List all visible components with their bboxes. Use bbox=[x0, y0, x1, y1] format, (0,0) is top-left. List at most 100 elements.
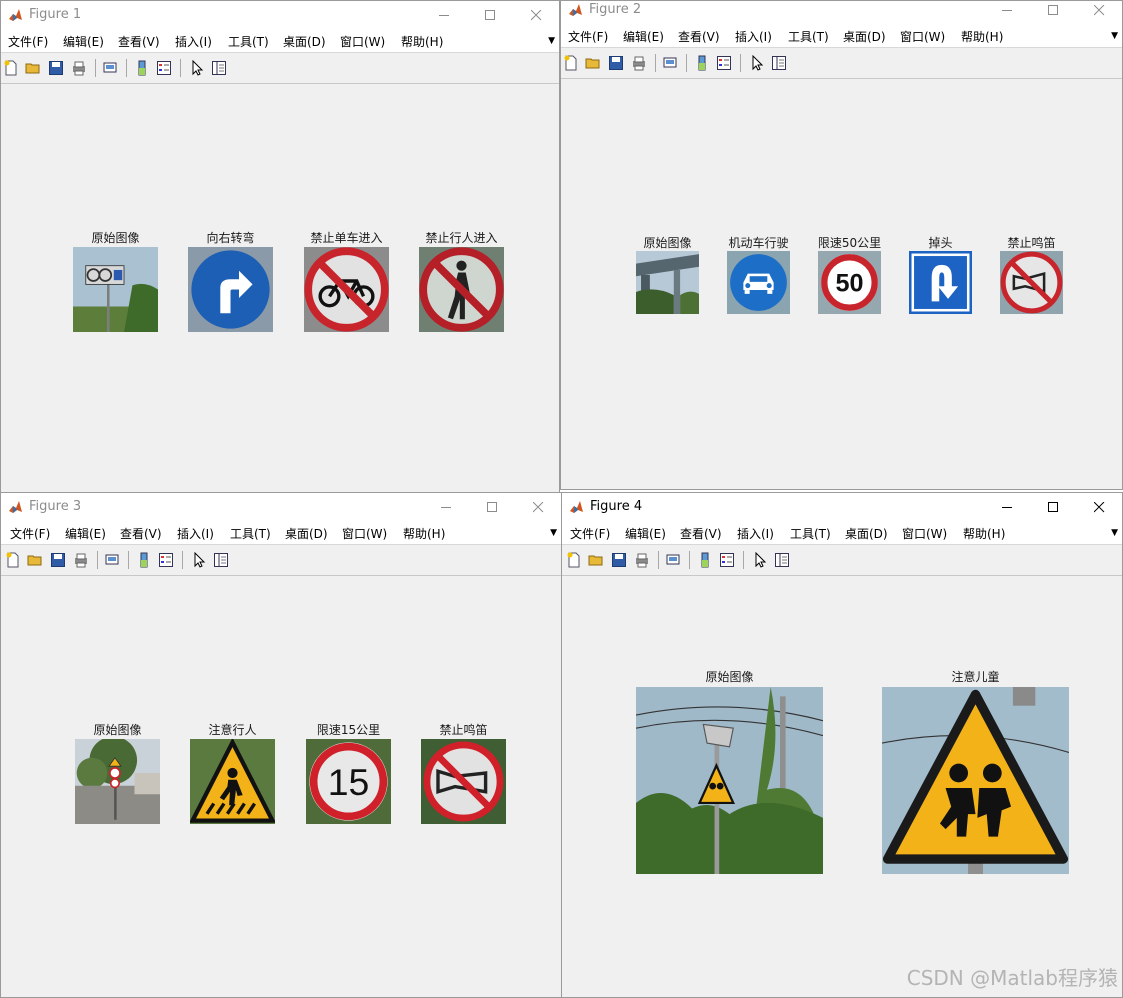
colorbar-icon[interactable] bbox=[134, 60, 150, 76]
title-bar[interactable]: Figure 1 bbox=[1, 1, 559, 29]
menu-help[interactable]: 帮助(H) bbox=[401, 33, 443, 50]
figure-canvas[interactable]: 原始图像 向右转弯 禁止单车进入 禁止行人进入 bbox=[1, 84, 559, 492]
save-icon[interactable] bbox=[48, 60, 64, 76]
menu-edit[interactable]: 编辑(E) bbox=[65, 525, 106, 542]
maximize-icon[interactable] bbox=[467, 1, 513, 29]
figure-canvas[interactable]: 原始图像 注意儿童 bbox=[562, 576, 1122, 997]
subplot-no-horn[interactable]: 禁止鸣笛 bbox=[421, 723, 506, 824]
save-icon[interactable] bbox=[611, 552, 627, 568]
new-figure-icon[interactable] bbox=[566, 552, 582, 568]
colorbar-icon[interactable] bbox=[697, 552, 713, 568]
maximize-icon[interactable] bbox=[1030, 493, 1076, 521]
colorbar-icon[interactable] bbox=[694, 55, 710, 71]
pointer-icon[interactable] bbox=[752, 551, 768, 568]
figure-window-4[interactable]: Figure 4 文件(F) 编辑(E) 查看(V) 插入(I) 工具(T) 桌… bbox=[561, 492, 1123, 998]
subplot-original-image[interactable]: 原始图像 bbox=[636, 670, 823, 874]
close-icon[interactable] bbox=[1076, 493, 1122, 521]
menu-insert[interactable]: 插入(I) bbox=[737, 525, 774, 542]
subplot-motor-vehicle[interactable]: 机动车行驶 bbox=[727, 236, 790, 314]
close-icon[interactable] bbox=[515, 493, 561, 521]
new-figure-icon[interactable] bbox=[3, 60, 19, 76]
menu-desktop[interactable]: 桌面(D) bbox=[285, 525, 328, 542]
print-icon[interactable] bbox=[631, 55, 647, 71]
figure-window-3[interactable]: Figure 3 文件(F) 编辑(E) 查看(V) 插入(I) 工具(T) 桌… bbox=[0, 492, 562, 998]
subplot-original-image[interactable]: 原始图像 bbox=[73, 231, 158, 332]
subplot-no-bicycle[interactable]: 禁止单车进入 bbox=[304, 231, 389, 332]
menu-edit[interactable]: 编辑(E) bbox=[623, 28, 664, 45]
legend-icon[interactable] bbox=[716, 55, 732, 71]
menu-file[interactable]: 文件(F) bbox=[568, 28, 608, 45]
figure-canvas[interactable]: 原始图像 机动车行驶 限速50公里 50 掉头 禁止鸣笛 bbox=[561, 79, 1122, 489]
menu-tools[interactable]: 工具(T) bbox=[228, 33, 269, 50]
maximize-icon[interactable] bbox=[1030, 1, 1076, 24]
property-editor-icon[interactable] bbox=[771, 55, 787, 71]
legend-icon[interactable] bbox=[156, 60, 172, 76]
menu-window[interactable]: 窗口(W) bbox=[342, 525, 387, 542]
minimize-icon[interactable] bbox=[423, 493, 469, 521]
save-icon[interactable] bbox=[50, 552, 66, 568]
menu-help[interactable]: 帮助(H) bbox=[963, 525, 1005, 542]
menu-window[interactable]: 窗口(W) bbox=[902, 525, 947, 542]
menu-desktop[interactable]: 桌面(D) bbox=[845, 525, 888, 542]
new-figure-icon[interactable] bbox=[5, 552, 21, 568]
subplot-watch-children[interactable]: 注意儿童 bbox=[882, 670, 1069, 874]
title-bar[interactable]: Figure 3 bbox=[1, 493, 561, 521]
menu-window[interactable]: 窗口(W) bbox=[340, 33, 385, 50]
menu-tools[interactable]: 工具(T) bbox=[788, 28, 829, 45]
close-icon[interactable] bbox=[513, 1, 559, 29]
print-preview-icon[interactable] bbox=[662, 55, 678, 71]
figure-canvas[interactable]: 原始图像 注意行人 限速15公里 15 禁止鸣笛 bbox=[1, 576, 561, 997]
subplot-speed-limit-50[interactable]: 限速50公里 50 bbox=[818, 236, 881, 314]
print-preview-icon[interactable] bbox=[104, 552, 120, 568]
menu-insert[interactable]: 插入(I) bbox=[735, 28, 772, 45]
pointer-icon[interactable] bbox=[191, 551, 207, 568]
menu-file[interactable]: 文件(F) bbox=[570, 525, 610, 542]
property-editor-icon[interactable] bbox=[213, 552, 229, 568]
minimize-icon[interactable] bbox=[984, 1, 1030, 24]
subplot-original-image[interactable]: 原始图像 bbox=[75, 723, 160, 824]
title-bar[interactable]: Figure 2 bbox=[561, 1, 1122, 24]
menu-tools[interactable]: 工具(T) bbox=[230, 525, 271, 542]
maximize-icon[interactable] bbox=[469, 493, 515, 521]
open-file-icon[interactable] bbox=[585, 55, 601, 71]
menu-overflow-icon[interactable]: ▼ bbox=[1111, 31, 1118, 41]
subplot-u-turn[interactable]: 掉头 bbox=[909, 236, 972, 314]
title-bar[interactable]: Figure 4 bbox=[562, 493, 1122, 521]
menu-tools[interactable]: 工具(T) bbox=[790, 525, 831, 542]
figure-window-1[interactable]: Figure 1 文件(F) 编辑(E) 查看(V) 插入(I) 工具(T) 桌… bbox=[0, 0, 560, 493]
subplot-no-horn[interactable]: 禁止鸣笛 bbox=[1000, 236, 1063, 314]
subplot-original-image[interactable]: 原始图像 bbox=[636, 236, 699, 314]
menu-view[interactable]: 查看(V) bbox=[680, 525, 722, 542]
menu-overflow-icon[interactable]: ▼ bbox=[548, 36, 555, 46]
subplot-speed-limit-15[interactable]: 限速15公里 15 bbox=[306, 723, 391, 824]
menu-insert[interactable]: 插入(I) bbox=[175, 33, 212, 50]
menu-help[interactable]: 帮助(H) bbox=[961, 28, 1003, 45]
subplot-turn-right[interactable]: 向右转弯 bbox=[188, 231, 273, 332]
print-icon[interactable] bbox=[73, 552, 89, 568]
menu-desktop[interactable]: 桌面(D) bbox=[283, 33, 326, 50]
menu-window[interactable]: 窗口(W) bbox=[900, 28, 945, 45]
figure-window-2[interactable]: Figure 2 文件(F) 编辑(E) 查看(V) 插入(I) 工具(T) 桌… bbox=[560, 0, 1123, 490]
print-preview-icon[interactable] bbox=[102, 60, 118, 76]
property-editor-icon[interactable] bbox=[211, 60, 227, 76]
new-figure-icon[interactable] bbox=[563, 55, 579, 71]
open-file-icon[interactable] bbox=[588, 552, 604, 568]
subplot-no-pedestrian[interactable]: 禁止行人进入 bbox=[419, 231, 504, 332]
save-icon[interactable] bbox=[608, 55, 624, 71]
menu-overflow-icon[interactable]: ▼ bbox=[1111, 528, 1118, 538]
minimize-icon[interactable] bbox=[421, 1, 467, 29]
menu-file[interactable]: 文件(F) bbox=[8, 33, 48, 50]
pointer-icon[interactable] bbox=[189, 59, 205, 76]
subplot-watch-pedestrians[interactable]: 注意行人 bbox=[190, 723, 275, 824]
print-icon[interactable] bbox=[71, 60, 87, 76]
menu-view[interactable]: 查看(V) bbox=[120, 525, 162, 542]
menu-view[interactable]: 查看(V) bbox=[678, 28, 720, 45]
legend-icon[interactable] bbox=[158, 552, 174, 568]
open-file-icon[interactable] bbox=[25, 60, 41, 76]
print-preview-icon[interactable] bbox=[665, 552, 681, 568]
minimize-icon[interactable] bbox=[984, 493, 1030, 521]
menu-edit[interactable]: 编辑(E) bbox=[63, 33, 104, 50]
menu-desktop[interactable]: 桌面(D) bbox=[843, 28, 886, 45]
menu-help[interactable]: 帮助(H) bbox=[403, 525, 445, 542]
close-icon[interactable] bbox=[1076, 1, 1122, 24]
